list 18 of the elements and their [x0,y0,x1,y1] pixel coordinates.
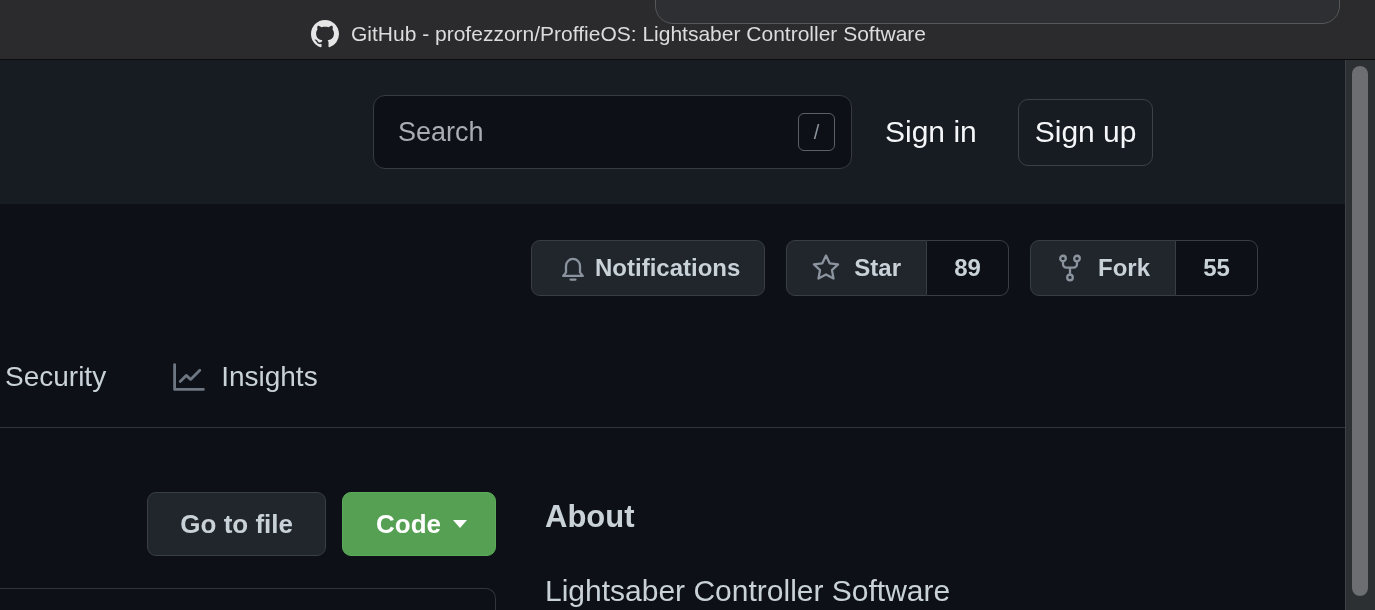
sign-in-link[interactable]: Sign in [885,115,977,149]
star-count[interactable]: 89 [927,240,1010,296]
notifications-button[interactable]: Notifications [531,240,766,296]
github-logo-icon [311,19,339,48]
sign-up-button[interactable]: Sign up [1017,98,1154,166]
fork-button[interactable]: Fork [1030,240,1177,296]
fork-count[interactable]: 55 [1176,240,1259,296]
star-button[interactable]: Star [786,240,928,296]
repo-description: Lightsaber Controller Software [545,575,951,607]
shortcut-key: / [798,113,835,151]
window-title: GitHub - profezzorn/ProffieOS: Lightsaber Controller Software [351,21,927,46]
graph-icon [173,362,206,391]
about-heading: About [545,498,635,536]
go-to-file-button[interactable]: Go to file [147,492,326,556]
nav-tab[interactable]: Security [5,350,107,406]
nav-tab[interactable]: Insights [173,350,318,406]
scrollbar-thumb[interactable] [1352,66,1368,596]
star-icon [812,254,841,282]
